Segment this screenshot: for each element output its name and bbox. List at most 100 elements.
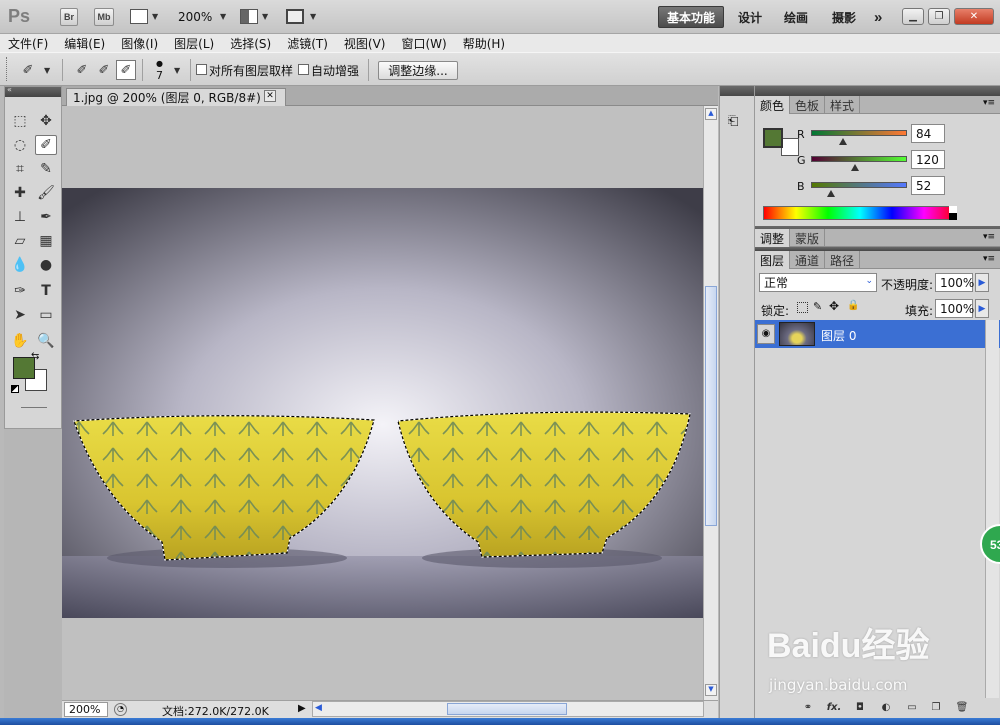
path-selection-tool-icon[interactable]: ➤ bbox=[9, 305, 31, 325]
menu-help[interactable]: 帮助(H) bbox=[455, 35, 513, 52]
status-options-icon[interactable]: ◔ bbox=[114, 703, 127, 716]
panel-menu-icon[interactable]: ▾≡ bbox=[983, 98, 995, 108]
brush-tool-icon[interactable]: 🖌 bbox=[35, 183, 57, 203]
zoom-level[interactable]: 200% bbox=[178, 10, 212, 24]
new-group-icon[interactable]: ▭ bbox=[903, 700, 921, 714]
green-slider-thumb[interactable] bbox=[851, 164, 859, 171]
panel-menu-icon[interactable]: ▾≡ bbox=[983, 232, 995, 242]
auto-enhance-checkbox[interactable] bbox=[298, 64, 309, 75]
lock-transparent-icon[interactable] bbox=[797, 302, 808, 313]
subtract-from-selection-icon[interactable]: ✐ bbox=[116, 60, 136, 80]
gradient-tool-icon[interactable]: ▦ bbox=[35, 231, 57, 251]
quick-selection-preset-icon[interactable]: ✐ bbox=[20, 62, 36, 78]
blue-slider[interactable] bbox=[811, 182, 907, 188]
rectangle-tool-icon[interactable]: ▭ bbox=[35, 305, 57, 325]
minimize-icon[interactable]: ▁ bbox=[902, 8, 924, 25]
horizontal-scrollbar[interactable]: ◀ bbox=[312, 701, 704, 717]
black-white-swatch[interactable] bbox=[949, 206, 957, 220]
add-mask-icon[interactable]: ◘ bbox=[851, 700, 869, 714]
options-bar-grip[interactable] bbox=[6, 57, 9, 81]
delete-layer-icon[interactable]: 🗑 bbox=[953, 700, 971, 714]
collapse-icon[interactable]: « bbox=[7, 85, 12, 94]
lock-all-icon[interactable]: 🔒 bbox=[847, 300, 859, 311]
fill-slider-arrow-icon[interactable]: ▶ bbox=[975, 299, 989, 318]
status-zoom[interactable]: 200% bbox=[64, 702, 108, 717]
sample-all-layers-checkbox[interactable] bbox=[196, 64, 207, 75]
adjustment-layer-icon[interactable]: ◐ bbox=[877, 700, 895, 714]
blue-slider-thumb[interactable] bbox=[827, 190, 835, 197]
new-selection-icon[interactable]: ✐ bbox=[74, 62, 90, 78]
scroll-up-icon[interactable]: ▲ bbox=[705, 108, 717, 120]
opacity-slider-arrow-icon[interactable]: ▶ bbox=[975, 273, 989, 292]
workspace-essentials-button[interactable]: 基本功能 bbox=[658, 6, 725, 28]
default-colors-icon[interactable] bbox=[11, 385, 19, 393]
tab-paths[interactable]: 路径 bbox=[825, 251, 861, 269]
new-layer-icon[interactable]: ❐ bbox=[927, 700, 945, 714]
opacity-field[interactable]: 100% bbox=[935, 273, 974, 292]
tab-swatches[interactable]: 色板 bbox=[790, 96, 826, 114]
refine-edge-button[interactable]: 调整边缘... bbox=[378, 61, 458, 80]
screen-mode-icon[interactable] bbox=[286, 9, 304, 24]
healing-brush-tool-icon[interactable]: ✚ bbox=[9, 183, 31, 203]
pen-tool-icon[interactable]: ✑ bbox=[9, 281, 31, 301]
lasso-tool-icon[interactable]: ◌ bbox=[9, 135, 31, 155]
red-value-field[interactable]: 84 bbox=[911, 124, 945, 143]
menu-layer[interactable]: 图层(L) bbox=[166, 35, 222, 52]
layer-row[interactable]: ◉ 图层 0 bbox=[755, 320, 1000, 348]
horizontal-scroll-thumb[interactable] bbox=[447, 703, 567, 715]
more-workspaces-button[interactable]: » bbox=[866, 6, 890, 28]
scroll-down-icon[interactable]: ▼ bbox=[705, 684, 717, 696]
dock-header[interactable] bbox=[720, 86, 754, 96]
hand-tool-icon[interactable]: ✋ bbox=[9, 331, 31, 351]
red-slider[interactable] bbox=[811, 130, 907, 136]
close-tab-icon[interactable]: ✕ bbox=[264, 90, 276, 102]
panel-menu-icon[interactable]: ▾≡ bbox=[983, 254, 995, 264]
crop-tool-icon[interactable]: ⌗ bbox=[9, 159, 31, 179]
blend-mode-select[interactable]: 正常 ⌄ bbox=[759, 273, 877, 292]
tools-panel-header[interactable]: « bbox=[5, 85, 61, 97]
minibridge-button[interactable]: Mb bbox=[94, 8, 114, 26]
menu-window[interactable]: 窗口(W) bbox=[393, 35, 454, 52]
image-canvas[interactable] bbox=[62, 106, 703, 700]
chevron-down-icon[interactable]: ▼ bbox=[220, 12, 226, 21]
vertical-scroll-thumb[interactable] bbox=[705, 286, 717, 526]
tab-styles[interactable]: 样式 bbox=[825, 96, 861, 114]
menu-image[interactable]: 图像(I) bbox=[113, 35, 166, 52]
menu-file[interactable]: 文件(F) bbox=[0, 35, 56, 52]
close-icon[interactable]: ✕ bbox=[954, 8, 994, 25]
tab-color[interactable]: 颜色 bbox=[755, 96, 791, 114]
restore-icon[interactable]: ❐ bbox=[928, 8, 950, 25]
view-extras-icon[interactable] bbox=[130, 9, 148, 24]
vertical-scrollbar[interactable]: ▲ ▼ bbox=[703, 106, 718, 700]
arrange-documents-icon[interactable] bbox=[240, 9, 258, 24]
menu-select[interactable]: 选择(S) bbox=[222, 35, 279, 52]
menu-filter[interactable]: 滤镜(T) bbox=[279, 35, 336, 52]
chevron-down-icon[interactable]: ▼ bbox=[262, 12, 268, 21]
status-menu-arrow-icon[interactable]: ▶ bbox=[298, 703, 306, 714]
fill-field[interactable]: 100% bbox=[935, 299, 974, 318]
blur-tool-icon[interactable]: 💧 bbox=[9, 255, 31, 275]
layers-scrollbar[interactable] bbox=[985, 320, 999, 698]
foreground-color-chip[interactable] bbox=[763, 128, 783, 148]
dodge-tool-icon[interactable]: ● bbox=[35, 255, 57, 275]
clone-stamp-tool-icon[interactable]: ⊥ bbox=[9, 207, 31, 227]
tab-adjustments[interactable]: 调整 bbox=[755, 229, 791, 247]
workspace-photography-button[interactable]: 摄影 bbox=[824, 6, 864, 28]
chevron-down-icon[interactable]: ▼ bbox=[152, 12, 158, 21]
workspace-design-button[interactable]: 设计 bbox=[730, 6, 770, 28]
quick-mask-icon[interactable] bbox=[21, 407, 47, 408]
fx-icon[interactable]: fx. bbox=[825, 700, 843, 714]
zoom-tool-icon[interactable]: 🔍 bbox=[35, 331, 57, 351]
tab-masks[interactable]: 蒙版 bbox=[790, 229, 826, 247]
chevron-down-icon[interactable]: ▼ bbox=[44, 66, 50, 75]
document-tab[interactable]: 1.jpg @ 200% (图层 0, RGB/8#) * bbox=[66, 88, 286, 106]
tab-channels[interactable]: 通道 bbox=[790, 251, 826, 269]
red-slider-thumb[interactable] bbox=[839, 138, 847, 145]
menu-view[interactable]: 视图(V) bbox=[336, 35, 394, 52]
scroll-left-icon[interactable]: ◀ bbox=[315, 703, 322, 713]
chevron-down-icon[interactable]: ⌄ bbox=[865, 276, 873, 286]
menu-edit[interactable]: 编辑(E) bbox=[56, 35, 113, 52]
layer-name[interactable]: 图层 0 bbox=[821, 327, 856, 344]
panel-group-header[interactable] bbox=[755, 86, 1000, 96]
green-slider[interactable] bbox=[811, 156, 907, 162]
